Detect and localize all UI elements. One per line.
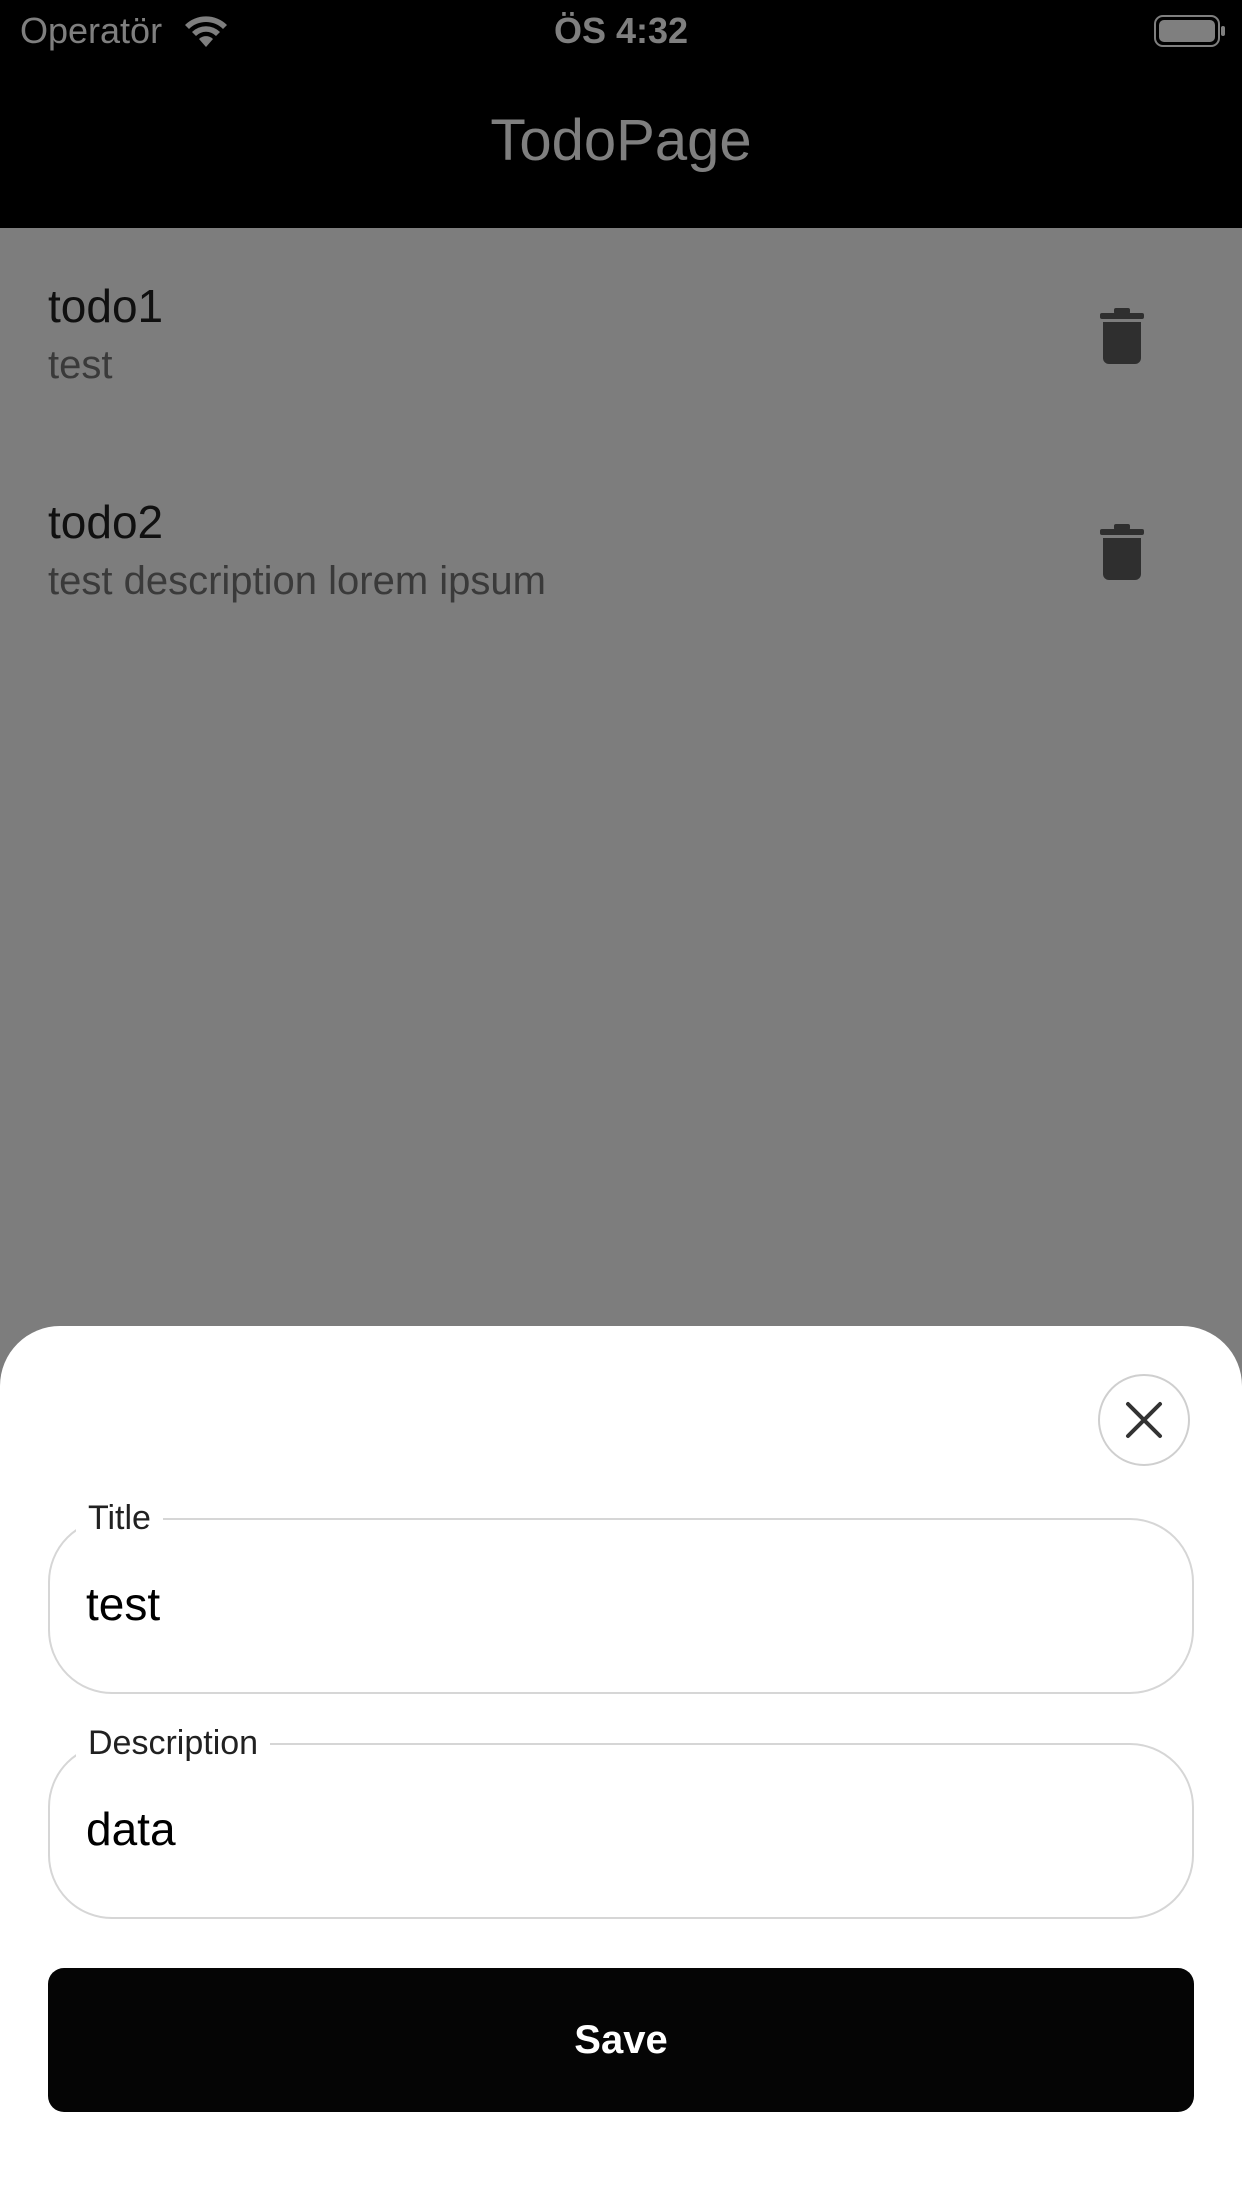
description-field-value[interactable]: data xyxy=(86,1799,176,1859)
add-todo-bottom-sheet: Title test Description data Save xyxy=(0,1326,1242,2208)
title-field-label: Title xyxy=(76,1496,163,1540)
close-button[interactable] xyxy=(1098,1374,1190,1466)
description-field-label: Description xyxy=(76,1721,271,1765)
description-field[interactable]: Description data xyxy=(48,1721,1194,1919)
save-button[interactable]: Save xyxy=(48,1968,1194,2112)
title-field[interactable]: Title test xyxy=(48,1496,1194,1694)
todo-screen: Operatör ÖS 4:32 TodoPage todo1 test xyxy=(0,0,1242,2208)
title-field-value[interactable]: test xyxy=(86,1574,160,1634)
close-icon xyxy=(1126,1402,1162,1438)
